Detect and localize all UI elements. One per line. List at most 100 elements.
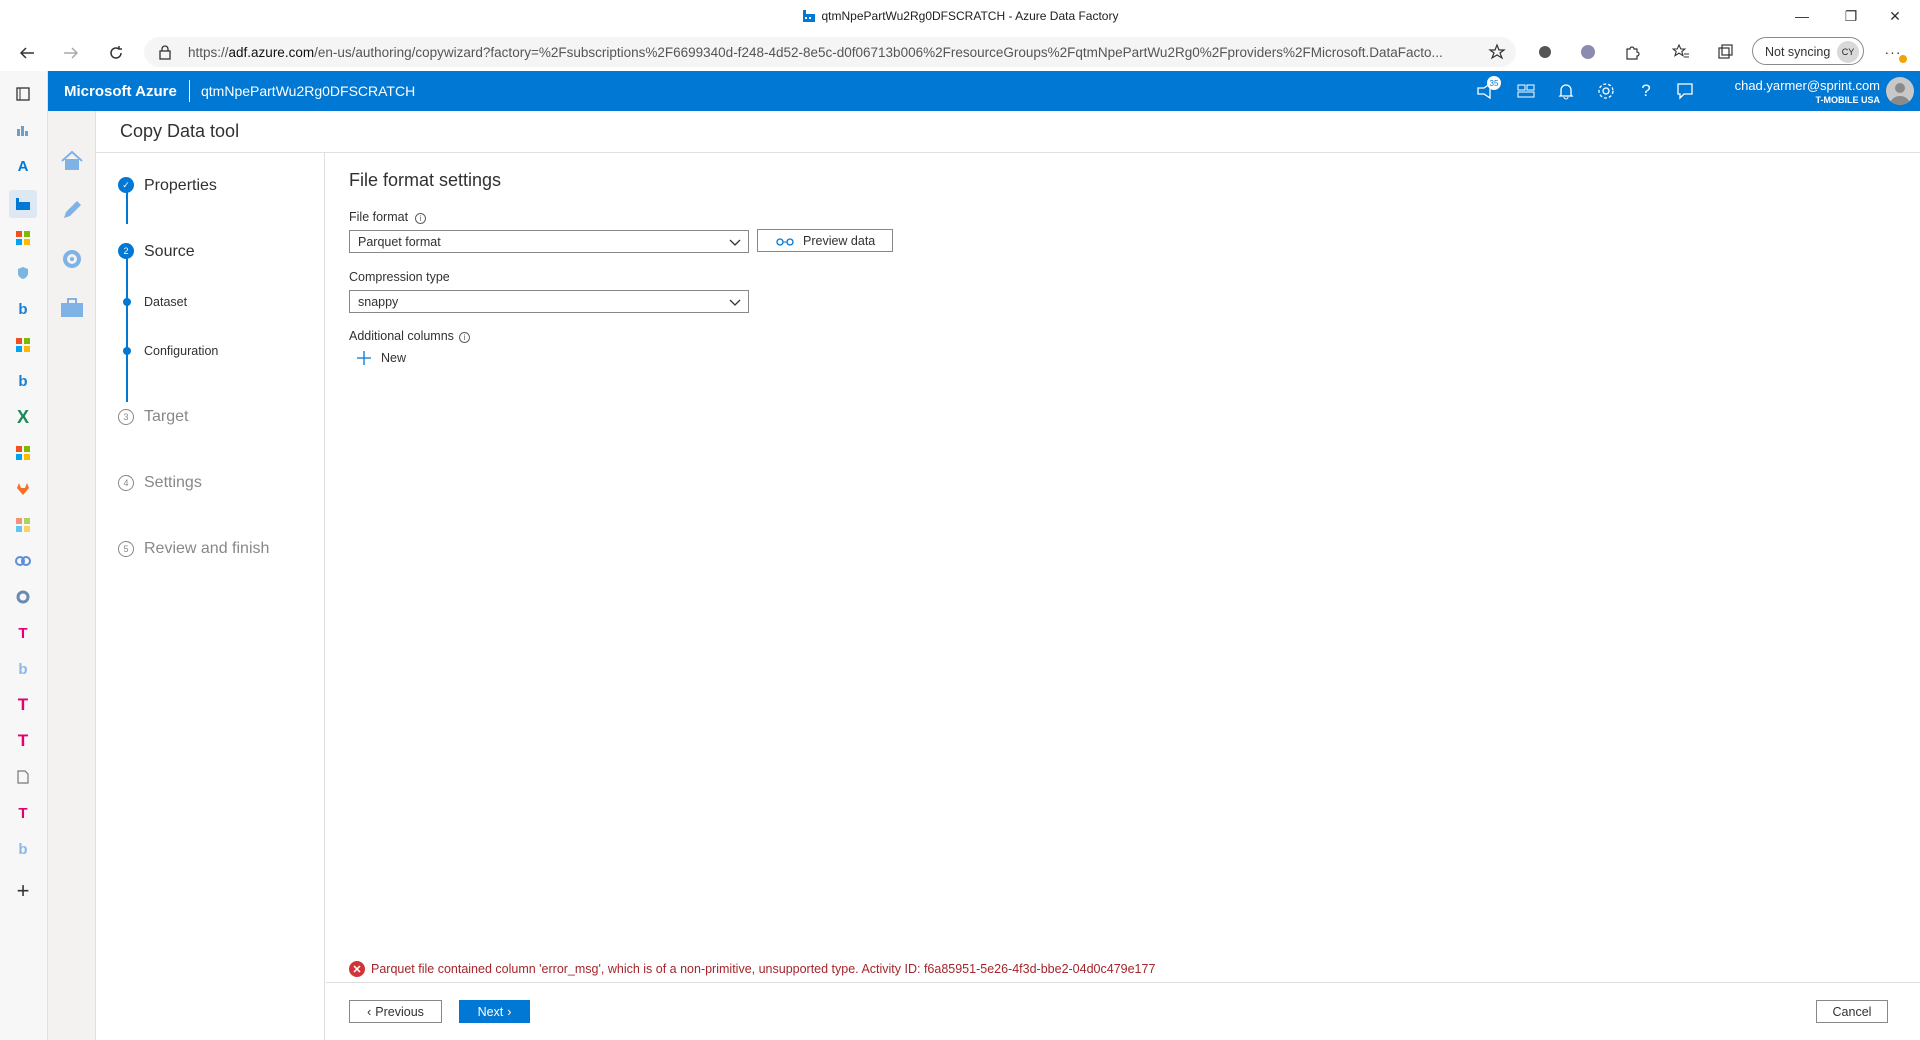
- circle-icon[interactable]: [12, 586, 34, 608]
- author-pencil-icon[interactable]: [60, 198, 84, 222]
- substep-dataset[interactable]: Dataset: [144, 295, 187, 309]
- feedback-icon[interactable]: [1674, 80, 1696, 102]
- shield-icon[interactable]: [12, 262, 34, 284]
- step-target[interactable]: Target: [144, 408, 188, 426]
- file-format-value: Parquet format: [358, 235, 441, 249]
- gitlab-icon[interactable]: [12, 478, 34, 500]
- info-icon[interactable]: i: [415, 213, 427, 224]
- compression-type-dropdown[interactable]: snappy: [349, 290, 749, 313]
- step-settings[interactable]: Settings: [144, 474, 202, 492]
- next-button[interactable]: Next ›: [459, 1000, 530, 1023]
- feedback-announcements-icon[interactable]: 35: [1475, 76, 1501, 102]
- adf-left-nav: [48, 111, 96, 1040]
- forward-button[interactable]: [58, 40, 84, 66]
- link-icon[interactable]: [12, 550, 34, 572]
- notifications-bell-icon[interactable]: [1555, 80, 1577, 102]
- step-number-badge: 3: [118, 409, 134, 425]
- extensions-puzzle-icon[interactable]: [1621, 41, 1643, 63]
- step-complete-check-icon: ✓: [118, 177, 134, 193]
- file-format-label-text: File format: [349, 210, 409, 224]
- favorite-star-icon[interactable]: [1488, 43, 1506, 61]
- substep-configuration[interactable]: Configuration: [144, 344, 218, 358]
- collections-icon[interactable]: [1714, 41, 1736, 63]
- page-title: Copy Data tool: [120, 121, 240, 141]
- home-icon[interactable]: [60, 149, 84, 173]
- error-icon: ✕: [349, 961, 365, 977]
- close-window-button[interactable]: ✕: [1884, 6, 1906, 26]
- settings-gear-icon[interactable]: [1595, 80, 1617, 102]
- substep-dot: [123, 347, 131, 355]
- extension-circle-icon[interactable]: [1534, 41, 1556, 63]
- previous-label: Previous: [375, 1004, 424, 1019]
- tmobile-icon[interactable]: T: [12, 694, 34, 716]
- profile-avatar: CY: [1837, 41, 1859, 63]
- step-review-and-finish[interactable]: Review and finish: [144, 540, 269, 558]
- tmobile-icon[interactable]: T: [12, 622, 34, 644]
- cancel-button[interactable]: Cancel: [1816, 1000, 1888, 1023]
- wizard-steps: ✓ Properties 2 Source Dataset Configurat…: [96, 153, 325, 1040]
- glasses-icon: [776, 235, 794, 247]
- monitor-icon[interactable]: [60, 247, 84, 271]
- lock-icon[interactable]: [158, 44, 172, 60]
- minimize-button[interactable]: —: [1791, 6, 1813, 26]
- microsoft-icon[interactable]: [12, 442, 34, 464]
- switch-directory-icon[interactable]: [1515, 80, 1537, 102]
- user-avatar[interactable]: [1886, 77, 1914, 105]
- file-format-dropdown[interactable]: Parquet format: [349, 230, 749, 253]
- header-separator: [189, 80, 190, 102]
- step-properties[interactable]: Properties: [144, 177, 217, 195]
- bing-icon[interactable]: b: [12, 838, 34, 860]
- preview-data-button[interactable]: Preview data: [757, 229, 893, 252]
- extension-badge-icon[interactable]: [1577, 41, 1599, 63]
- error-message: ✕ Parquet file contained column 'error_m…: [349, 959, 1889, 979]
- favorites-icon[interactable]: [1670, 41, 1692, 63]
- url-text: https://adf.azure.com/en-us/authoring/co…: [188, 45, 1478, 60]
- document-icon[interactable]: [12, 766, 34, 788]
- help-icon[interactable]: ?: [1635, 80, 1657, 102]
- azure-icon[interactable]: A: [12, 155, 34, 177]
- microsoft-icon[interactable]: [12, 334, 34, 356]
- xbox-icon[interactable]: X: [12, 406, 34, 428]
- microsoft-icon[interactable]: [12, 227, 34, 249]
- back-arrow-icon: [19, 47, 34, 59]
- plus-icon: [356, 350, 372, 366]
- back-button[interactable]: [14, 40, 40, 66]
- info-icon[interactable]: i: [458, 332, 470, 343]
- additional-columns-label: Additional columns i: [349, 329, 470, 343]
- step-number-badge: 2: [118, 243, 134, 259]
- restore-button[interactable]: ❐: [1840, 6, 1862, 26]
- url-path: /en-us/authoring/copywizard?factory=%2Fs…: [314, 45, 1443, 60]
- file-format-settings-panel: File format settings File format i Parque…: [326, 153, 1920, 1040]
- data-factory-favicon-icon: [802, 9, 816, 23]
- previous-button[interactable]: ‹ Previous: [349, 1000, 442, 1023]
- compression-type-label: Compression type: [349, 270, 450, 284]
- user-email: chad.yarmer@sprint.com: [1734, 78, 1880, 93]
- bing-icon[interactable]: b: [12, 658, 34, 680]
- user-account[interactable]: chad.yarmer@sprint.com T-MOBILE USA: [1735, 78, 1880, 108]
- compression-type-value: snappy: [358, 295, 399, 309]
- chevron-down-icon: [728, 235, 742, 249]
- step-source[interactable]: Source: [144, 243, 195, 261]
- factory-name[interactable]: qtmNpePartWu2Rg0DFSCRATCH: [201, 83, 415, 99]
- error-text: Parquet file contained column 'error_msg…: [371, 962, 1156, 976]
- footer-divider: [326, 982, 1920, 983]
- manage-toolbox-icon[interactable]: [60, 296, 84, 320]
- azure-brand[interactable]: Microsoft Azure: [64, 83, 177, 100]
- data-factory-icon[interactable]: [9, 190, 37, 218]
- bing-icon[interactable]: b: [12, 298, 34, 320]
- tmobile-icon[interactable]: T: [12, 802, 34, 824]
- chevron-down-icon: [728, 295, 742, 309]
- profile-sync-button[interactable]: Not syncing CY: [1752, 37, 1864, 65]
- address-bar[interactable]: https://adf.azure.com/en-us/authoring/co…: [144, 37, 1516, 67]
- url-domain: adf.azure.com: [228, 45, 315, 60]
- refresh-button[interactable]: [103, 40, 129, 66]
- bing-icon[interactable]: b: [12, 370, 34, 392]
- more-menu-icon[interactable]: ···: [1882, 41, 1907, 63]
- microsoft-icon[interactable]: [12, 514, 34, 536]
- chart-icon[interactable]: [12, 119, 34, 141]
- window-title-text: qtmNpePartWu2Rg0DFSCRATCH - Azure Data F…: [821, 9, 1119, 23]
- tabs-icon[interactable]: [12, 83, 34, 105]
- add-icon[interactable]: +: [12, 878, 34, 903]
- new-label: New: [381, 351, 407, 365]
- tmobile-icon[interactable]: T: [12, 730, 34, 752]
